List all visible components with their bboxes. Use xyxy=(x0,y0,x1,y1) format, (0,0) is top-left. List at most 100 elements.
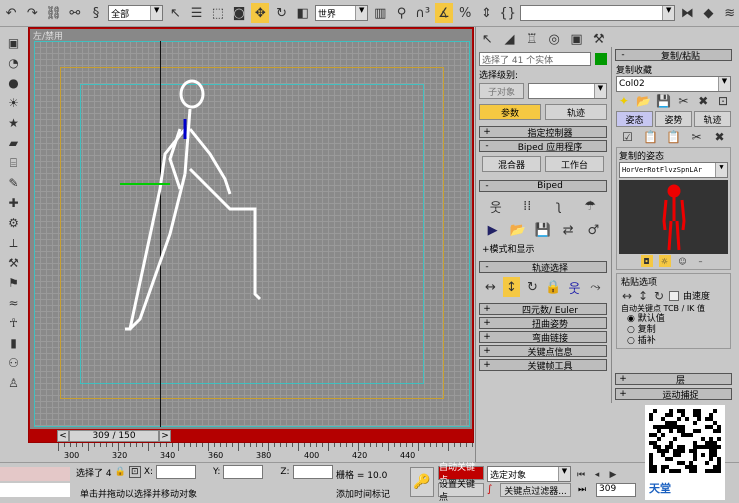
maxscript-listener[interactable] xyxy=(0,467,70,481)
save-file-icon[interactable]: 💾 xyxy=(533,220,553,240)
walk-icon[interactable]: ⚇ xyxy=(5,354,23,372)
shape-icon[interactable]: ◔ xyxy=(5,54,23,72)
edit-named-selection-icon[interactable]: {} xyxy=(499,3,517,23)
rollout-twist-poses[interactable]: + 扭曲姿势 xyxy=(479,317,607,330)
bottle-icon[interactable]: ▮ xyxy=(5,334,23,352)
sub-object-dropdown[interactable]: ▼ xyxy=(528,83,607,99)
key-mode-dropdown[interactable]: 选定对象 ▼ xyxy=(487,466,571,482)
hammer-icon[interactable]: ⚒ xyxy=(5,254,23,272)
set-key-button[interactable]: 设置关键点 xyxy=(438,480,484,503)
maxscript-input[interactable] xyxy=(0,483,70,497)
key-tangent-icon[interactable]: ∫ xyxy=(487,484,492,495)
angle-snap-icon[interactable]: ∡ xyxy=(434,3,454,23)
create-icon[interactable]: ▣ xyxy=(5,34,23,52)
rollout-copy-paste[interactable]: - 复制/粘贴 xyxy=(615,49,732,62)
paste-opposite-icon[interactable]: 📋 xyxy=(664,129,683,145)
motion-tab-icon[interactable]: ◎ xyxy=(545,29,563,49)
named-selection-dropdown[interactable]: ▼ xyxy=(519,5,676,21)
object-color-swatch[interactable] xyxy=(595,53,607,65)
sphere-icon[interactable]: ● xyxy=(5,74,23,92)
rollout-biped-apps[interactable]: - Biped 应用程序 xyxy=(479,140,607,153)
window-crossing-icon[interactable]: ◙ xyxy=(230,3,248,23)
light-icon[interactable]: ☀ xyxy=(5,94,23,112)
align-icon[interactable]: ◆ xyxy=(699,3,717,23)
figure-mode-icon[interactable]: 웃 xyxy=(486,196,506,216)
unlink-icon[interactable]: ⚯ xyxy=(66,3,84,23)
wave-icon[interactable]: ≈ xyxy=(5,294,23,312)
footstep-mode-icon[interactable]: ⁞⁞ xyxy=(517,196,537,216)
prev-frame-button[interactable]: < xyxy=(57,430,69,442)
time-slider-thumb[interactable]: 309 / 150 xyxy=(69,430,159,442)
rollout-keyframing-tools[interactable]: + 关键帧工具 xyxy=(479,359,607,372)
select-object-icon[interactable]: ↖ xyxy=(166,3,184,23)
radio-default[interactable]: ◉ 默认值 xyxy=(627,314,726,325)
figure-icon[interactable]: ☥ xyxy=(5,314,23,332)
load-file-icon[interactable]: 📂 xyxy=(508,220,528,240)
paste-rotation-icon[interactable]: ↻ xyxy=(653,289,665,303)
motion-flow-icon[interactable]: ʅ xyxy=(549,196,569,216)
link-icon[interactable]: ⛓ xyxy=(44,3,62,23)
goto-start-icon[interactable]: ⏮ xyxy=(574,465,588,485)
prev-frame-icon[interactable]: ◂ xyxy=(590,465,604,485)
tab-posture[interactable]: 姿态 xyxy=(616,111,653,127)
tab-track[interactable]: 轨迹 xyxy=(694,111,731,127)
symmetrical-icon[interactable]: 웃 xyxy=(566,277,583,297)
rect-selection-icon[interactable]: ⬚ xyxy=(209,3,227,23)
delete-collection-icon[interactable]: ✂ xyxy=(675,93,691,109)
bind-spacewarp-icon[interactable]: § xyxy=(87,3,105,23)
mixer-button[interactable]: 混合器 xyxy=(482,156,541,172)
snap-3d-icon[interactable]: ∩³ xyxy=(414,3,432,23)
rollout-key-info[interactable]: + 关键点信息 xyxy=(479,345,607,358)
move-all-icon[interactable]: ♂ xyxy=(583,220,603,240)
load-collection-icon[interactable]: 📂 xyxy=(636,93,652,109)
convert-icon[interactable]: ⇄ xyxy=(558,220,578,240)
tab-params[interactable]: 参数 xyxy=(479,104,541,120)
y-coord-input[interactable] xyxy=(223,465,264,479)
lock-cog-icon[interactable]: 🔒 xyxy=(545,277,562,297)
undo-icon[interactable]: ↶ xyxy=(2,3,20,23)
opposite-icon[interactable]: ⤳ xyxy=(587,277,604,297)
biped-icon[interactable]: ♙ xyxy=(5,374,23,392)
max-load-icon[interactable]: ⊡ xyxy=(715,93,731,109)
gear-icon[interactable]: ⚙ xyxy=(5,214,23,232)
camera-icon[interactable]: ▰ xyxy=(5,134,23,152)
play-icon[interactable]: ▶ xyxy=(606,465,620,485)
z-coord-input[interactable] xyxy=(292,465,333,479)
paste-vertical-icon[interactable]: ↕ xyxy=(637,289,649,303)
x-coord-input[interactable] xyxy=(156,465,197,479)
helper-icon[interactable]: ✚ xyxy=(5,194,23,212)
current-frame-input[interactable]: 309 xyxy=(596,483,636,497)
paste-horizontal-icon[interactable]: ↔ xyxy=(621,289,633,303)
no-snapshot-icon[interactable]: – xyxy=(695,255,707,267)
display-tab-icon[interactable]: ▣ xyxy=(567,29,585,49)
pivot-icon[interactable]: ▥ xyxy=(371,3,389,23)
create-tab-icon[interactable]: ↖ xyxy=(478,29,496,49)
body-vertical-icon[interactable]: ↕ xyxy=(503,277,520,297)
percent-snap-icon[interactable]: % xyxy=(456,3,474,23)
trackbar[interactable]: 300 320 340 360 380 400 420 440 xyxy=(28,443,474,462)
add-time-tag[interactable]: 添加时间标记 xyxy=(336,487,390,500)
tab-pose[interactable]: 姿势 xyxy=(655,111,692,127)
manipulate-icon[interactable]: ⚲ xyxy=(392,3,410,23)
play-biped-icon[interactable]: ▶ xyxy=(483,220,503,240)
key-mode-toggle-icon[interactable]: ⏭ xyxy=(578,485,586,495)
rollout-biped[interactable]: - Biped xyxy=(479,180,607,192)
modify-tab-icon[interactable]: ◢ xyxy=(500,29,518,49)
delete-all-copies-icon[interactable]: ✖ xyxy=(710,129,729,145)
time-slider[interactable]: < 309 / 150 > xyxy=(57,430,305,442)
by-velocity-checkbox[interactable] xyxy=(669,290,679,301)
coord-system-dropdown[interactable]: 世界 ▼ xyxy=(314,5,369,21)
new-collection-icon[interactable]: ✦ xyxy=(616,93,632,109)
absolute-mode-icon[interactable]: ⊡ xyxy=(128,466,141,478)
redo-icon[interactable]: ↷ xyxy=(23,3,41,23)
selection-filter-dropdown[interactable]: 全部 ▼ xyxy=(108,5,164,21)
rollout-bend-links[interactable]: + 弯曲链接 xyxy=(479,331,607,344)
collection-dropdown[interactable]: Col02 ▼ xyxy=(616,76,731,92)
save-collection-icon[interactable]: 💾 xyxy=(656,93,672,109)
delete-selected-icon[interactable]: ✂ xyxy=(687,129,706,145)
rollout-motion-capture[interactable]: + 运动捕捉 xyxy=(615,388,732,401)
rollout-quaternion-euler[interactable]: + 四元数/ Euler xyxy=(479,303,607,316)
mode-display-toggle[interactable]: +模式和显示 xyxy=(476,242,610,255)
move-icon[interactable]: ✥ xyxy=(251,3,270,23)
key-icon[interactable]: 🔑 xyxy=(410,467,434,497)
